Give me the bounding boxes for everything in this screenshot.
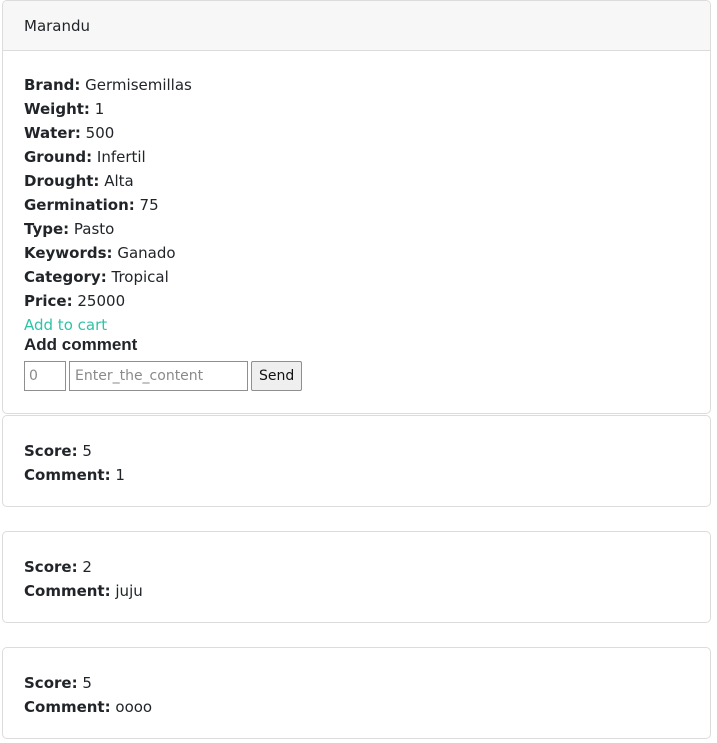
score-label: Score: <box>24 558 78 576</box>
field-label: Type: <box>24 220 70 238</box>
comment-text: Comment: juju <box>24 579 689 603</box>
score-value: 5 <box>82 442 92 460</box>
comment-content-input[interactable] <box>69 361 248 391</box>
comment-text: Comment: oooo <box>24 695 689 719</box>
field-label: Water: <box>24 124 81 142</box>
add-to-cart-link[interactable]: Add to cart <box>24 316 107 334</box>
field-brand: Brand: Germisemillas <box>24 73 689 97</box>
field-value: Tropical <box>111 268 169 286</box>
field-label: Weight: <box>24 100 90 118</box>
score-label: Score: <box>24 674 78 692</box>
score-value: 5 <box>82 674 92 692</box>
field-price: Price: 25000 <box>24 289 689 313</box>
score-label: Score: <box>24 442 78 460</box>
comment-score: Score: 2 <box>24 555 689 579</box>
field-value: Pasto <box>73 220 115 238</box>
field-label: Keywords: <box>24 244 113 262</box>
field-value: 500 <box>85 124 115 142</box>
field-ground: Ground: Infertil <box>24 145 689 169</box>
comment-label: Comment: <box>24 466 111 484</box>
field-water: Water: 500 <box>24 121 689 145</box>
field-value: Ganado <box>117 244 176 262</box>
comment-value: juju <box>115 582 143 600</box>
field-germination: Germination: 75 <box>24 193 689 217</box>
comment-value: oooo <box>115 698 153 716</box>
field-category: Category: Tropical <box>24 265 689 289</box>
field-label: Drought: <box>24 172 100 190</box>
add-comment-heading: Add comment <box>24 335 138 354</box>
field-value: 25000 <box>77 292 126 310</box>
field-label: Germination: <box>24 196 135 214</box>
field-value: 1 <box>94 100 105 118</box>
field-label: Brand: <box>24 76 81 94</box>
product-title: Marandu <box>3 1 710 51</box>
score-value: 2 <box>82 558 92 576</box>
field-label: Price: <box>24 292 73 310</box>
field-value: 75 <box>139 196 159 214</box>
score-input[interactable] <box>24 361 66 391</box>
field-value: Alta <box>104 172 134 190</box>
field-type: Type: Pasto <box>24 217 689 241</box>
comment-score: Score: 5 <box>24 439 689 463</box>
field-value: Germisemillas <box>85 76 192 94</box>
field-value: Infertil <box>96 148 146 166</box>
field-label: Category: <box>24 268 107 286</box>
comment-label: Comment: <box>24 582 111 600</box>
comment-card: Score: 5 Comment: 1 <box>2 415 711 507</box>
comment-text: Comment: 1 <box>24 463 689 487</box>
comment-card: Score: 2 Comment: juju <box>2 531 711 623</box>
comment-score: Score: 5 <box>24 671 689 695</box>
comment-label: Comment: <box>24 698 111 716</box>
comment-value: 1 <box>115 466 125 484</box>
product-card: Marandu Brand: Germisemillas Weight: 1 W… <box>2 0 711 414</box>
product-details: Brand: Germisemillas Weight: 1 Water: 50… <box>3 51 710 391</box>
send-button[interactable]: Send <box>251 361 303 391</box>
field-weight: Weight: 1 <box>24 97 689 121</box>
comment-card: Score: 5 Comment: oooo <box>2 647 711 739</box>
comment-form: Send <box>24 361 689 391</box>
field-drought: Drought: Alta <box>24 169 689 193</box>
field-label: Ground: <box>24 148 93 166</box>
field-keywords: Keywords: Ganado <box>24 241 689 265</box>
